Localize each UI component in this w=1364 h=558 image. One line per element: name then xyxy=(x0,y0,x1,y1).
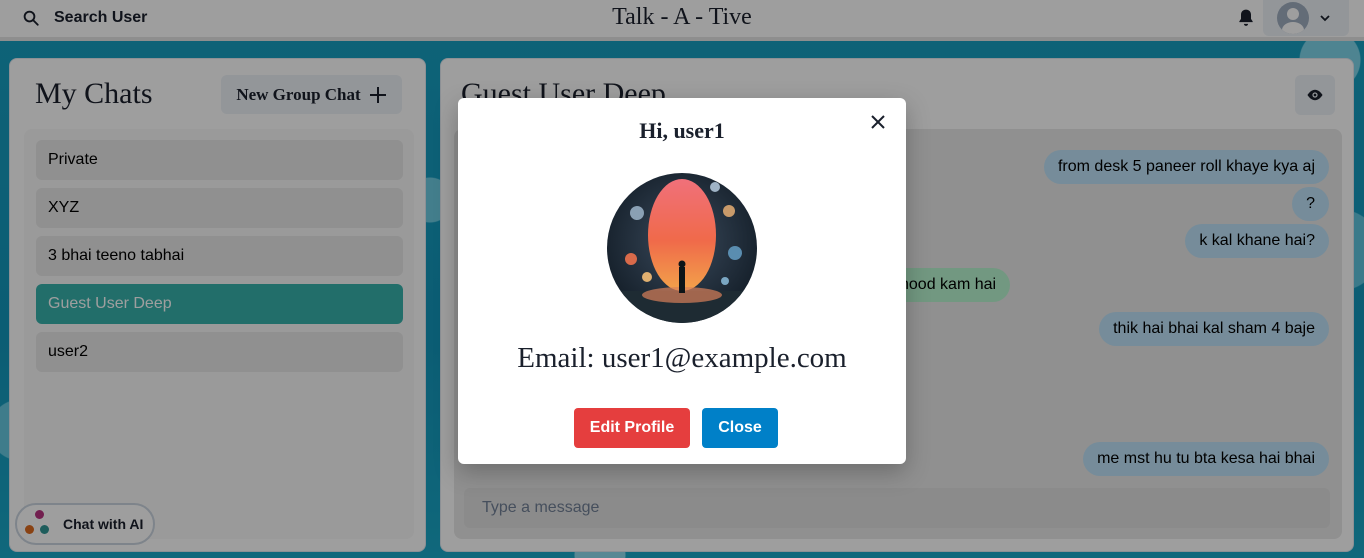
close-icon[interactable] xyxy=(866,110,890,134)
modal-title: Hi, user1 xyxy=(639,118,725,143)
profile-picture xyxy=(607,173,757,323)
close-button[interactable]: Close xyxy=(702,408,778,448)
edit-profile-button[interactable]: Edit Profile xyxy=(574,408,690,448)
email-text: Email: user1@example.com xyxy=(517,342,847,374)
profile-modal: Hi, user1 Email: user1@example.com Edit … xyxy=(458,98,906,464)
